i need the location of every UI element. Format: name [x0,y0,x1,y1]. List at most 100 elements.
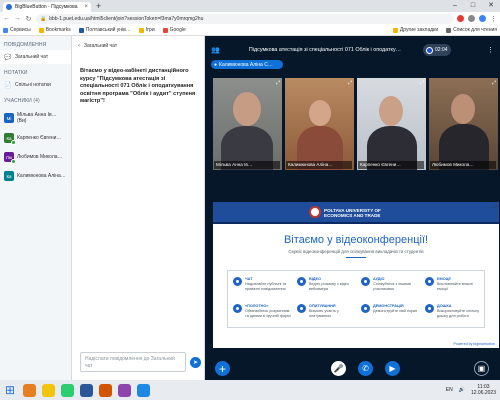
presenter-indicator[interactable]: ● Калимюнова Аліна С… [211,60,283,69]
chat-panel: ‹ Загальний чат Вітаємо у відео-кабінеті… [72,36,205,380]
action-bar: + 🎤 ✆ ▶ ▣ [205,358,500,380]
app-icon[interactable] [137,383,150,397]
share-webcam-button[interactable]: ▶ [385,361,400,376]
chat-title: Загальний чат [84,43,118,49]
hide-chat-icon[interactable]: ‹ [78,43,80,49]
phone-icon: ✆ [362,364,369,373]
extension-icon[interactable] [468,15,475,22]
user-name: Мільва Анна Ів… (Ви) [17,112,57,124]
browser-tab[interactable]: BigBlueButton - Підсумкова × [3,2,91,12]
expand-icon[interactable]: ⤢ [420,80,424,86]
avatar: Ка [4,171,14,181]
user-list-item[interactable]: Ка Карпенко Євгени… [0,130,71,146]
send-icon: ➤ [192,360,199,366]
user-list-item[interactable]: Ка Калимюнова Аліна… [0,168,71,184]
notes-heading: НОТАТКИ [4,70,28,76]
address-bar[interactable]: 🔒 bbb-1.puet.edu.ua/html5client/join?ses… [36,13,453,24]
viber-icon[interactable] [118,383,131,397]
bookmark-puet[interactable]: Полтавський унів… [78,27,131,33]
layout-button[interactable]: ▣ [474,361,489,376]
webcam-tile[interactable]: ⤢ Мільва Анна Ів… [213,78,282,170]
bookmark-google[interactable]: Google [162,27,186,33]
forward-icon[interactable]: → [14,15,21,22]
presentation-whiteboard[interactable]: POLTAVA UNIVERSITY OF ECONOMICS AND TRAD… [213,202,499,348]
browser-toolbar: ← → ↻ 🔒 bbb-1.puet.edu.ua/html5client/jo… [0,12,500,25]
back-icon[interactable]: ← [3,15,10,22]
user-list-item[interactable]: Мі Мільва Анна Ів… (Ви) [0,109,71,127]
chrome-icon[interactable] [61,383,74,397]
video-icon [297,277,306,286]
leave-audio-button[interactable]: ✆ [358,361,373,376]
participants-heading: УЧАСНИКИ (4) [4,98,40,104]
actions-plus-button[interactable]: + [215,361,230,376]
screenshare-icon [361,304,370,313]
file-explorer-icon[interactable] [42,383,55,397]
recording-indicator[interactable]: 02:04 [423,44,451,56]
avatar: Мі [4,113,14,123]
welcome-message: Вітаємо у відео-кабінеті дистанційного к… [80,68,196,104]
webcam-name: Любимов Микола… [430,161,496,169]
bookmark-apps[interactable]: Сервисы [3,27,31,33]
fullscreen-icon[interactable]: ⤢ [493,204,497,210]
close-window-icon[interactable]: ✕ [482,0,500,12]
sidebar-item-shared-notes[interactable]: 📄 Спільні нотатки [0,78,71,92]
app-icon[interactable] [99,383,112,397]
toggle-userlist-icon[interactable]: 👥 [211,46,220,54]
windows-start-icon[interactable]: ⊞ [3,383,17,397]
bookmark-games[interactable]: Ігри [138,27,155,33]
canvas-icon [233,304,242,313]
reading-list-icon [446,27,452,33]
folder-icon [38,27,44,33]
webcam-tile[interactable]: ⤢ Карпенко Євгени… [357,78,426,170]
unmute-button[interactable]: 🎤 [331,361,346,376]
avatar: Ка [4,133,16,145]
options-menu-icon[interactable]: ⋮ [487,46,494,54]
divider [346,257,366,258]
maximize-icon[interactable]: □ [464,0,482,12]
muted-mic-icon: 🎤 [333,364,344,373]
plus-icon: + [218,361,226,376]
bookmarks-bar: Сервисы Bookmarks Полтавський унів… Ігри… [0,25,500,36]
word-icon[interactable] [80,383,93,397]
avatar: Лю [4,152,16,164]
webcam-tile[interactable]: ⤢ Любимов Микола… [429,78,498,170]
user-list-item[interactable]: Лю Любимов Микола… [0,149,71,165]
bookmark-folder[interactable]: Bookmarks [38,27,71,33]
sidebar-item-public-chat[interactable]: 💬 Загальний чат [0,50,71,64]
expand-icon[interactable]: ⤢ [492,80,496,86]
language-indicator[interactable]: EN [446,387,453,393]
meeting-title: Підсумкова атестація зі спеціальності 07… [248,47,402,53]
feature-item: ОПИТУВАННЯ Візьміть участь у опитуваннях [294,301,358,326]
apps-icon [3,27,8,33]
feature-item: ЧАТ Надсилайте публічні та приватні повід… [230,274,294,299]
feature-item: АУДІО Спілкуйтеся з іншими учасниками [358,274,422,299]
chat-icon [233,277,242,286]
clock[interactable]: 11:03 12.06.2023 [471,384,496,396]
chat-message-input[interactable]: Надіслати повідомлення до Загальний чат [80,352,186,372]
close-tab-icon[interactable]: × [84,4,88,10]
firefox-icon[interactable] [23,383,36,397]
webcam-tile[interactable]: ⤢ Калимюнова Аліна… [285,78,354,170]
expand-icon[interactable]: ⤢ [348,80,352,86]
new-tab-button[interactable]: + [96,1,101,11]
poll-icon [297,304,306,313]
profile-avatar-icon[interactable] [479,15,486,22]
presenter-icon: ● [214,61,218,68]
windows-taskbar: ⊞ EN 🔊 11:03 12.06.2023 [0,380,500,400]
meeting-topbar: 👥 Підсумкова атестація зі спеціальності … [205,44,500,56]
reload-icon[interactable]: ↻ [25,15,32,23]
expand-icon[interactable]: ⤢ [276,80,280,86]
bigbluebutton-favicon-icon [6,4,12,10]
volume-icon[interactable]: 🔊 [459,387,465,393]
slide-title: Вітаємо у відеоконференції! [283,234,429,246]
features-grid: ЧАТ Надсилайте публічні та приватні повід… [227,270,485,328]
bookmark-reading-list[interactable]: Список для чтения [446,27,497,33]
bookmark-other[interactable]: Другие закладки [392,27,438,33]
feature-item: ДЕМОНСТРАЦІЯ Демонструйте свій екран [358,301,422,326]
feature-item: ЕМОЦІЇ Висловлюйте власні емоції [422,274,486,299]
minimize-icon[interactable]: – [446,0,464,12]
browser-menu-icon[interactable]: ⋮ [490,15,497,23]
video-camera-icon: ▶ [389,364,396,373]
extension-icon[interactable] [457,15,464,22]
send-message-button[interactable]: ➤ [190,357,201,368]
